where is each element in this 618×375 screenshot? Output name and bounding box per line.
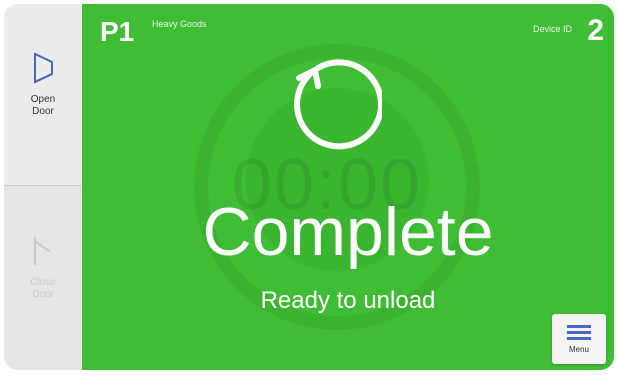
device-id: 2 — [587, 14, 604, 47]
device-id-label: Device ID — [532, 24, 572, 34]
sidebar: Open Door Close Door — [4, 4, 82, 370]
menu-label: Menu — [568, 344, 589, 354]
menu-icon — [567, 324, 591, 340]
door-close-icon — [34, 237, 51, 265]
program-id: P1 — [100, 16, 135, 47]
device-screen: Open Door Close Door 00:00 P1 Heavy Good… — [4, 4, 614, 370]
program-name: Heavy Goods — [152, 19, 207, 29]
status-title: Complete — [202, 194, 494, 270]
door-open-icon — [34, 52, 53, 84]
status-subtitle: Ready to unload — [260, 287, 436, 314]
sidebar-footer-text — [16, 334, 76, 354]
close-door-label: Close Door — [30, 277, 56, 300]
status-panel: 00:00 P1 Heavy Goods Device ID 2 Complet… — [82, 4, 614, 370]
cycle-complete-icon — [294, 59, 382, 150]
open-door-button[interactable]: Open Door — [4, 4, 82, 186]
menu-button[interactable]: Menu — [552, 314, 606, 364]
open-door-label: Open Door — [30, 94, 56, 117]
